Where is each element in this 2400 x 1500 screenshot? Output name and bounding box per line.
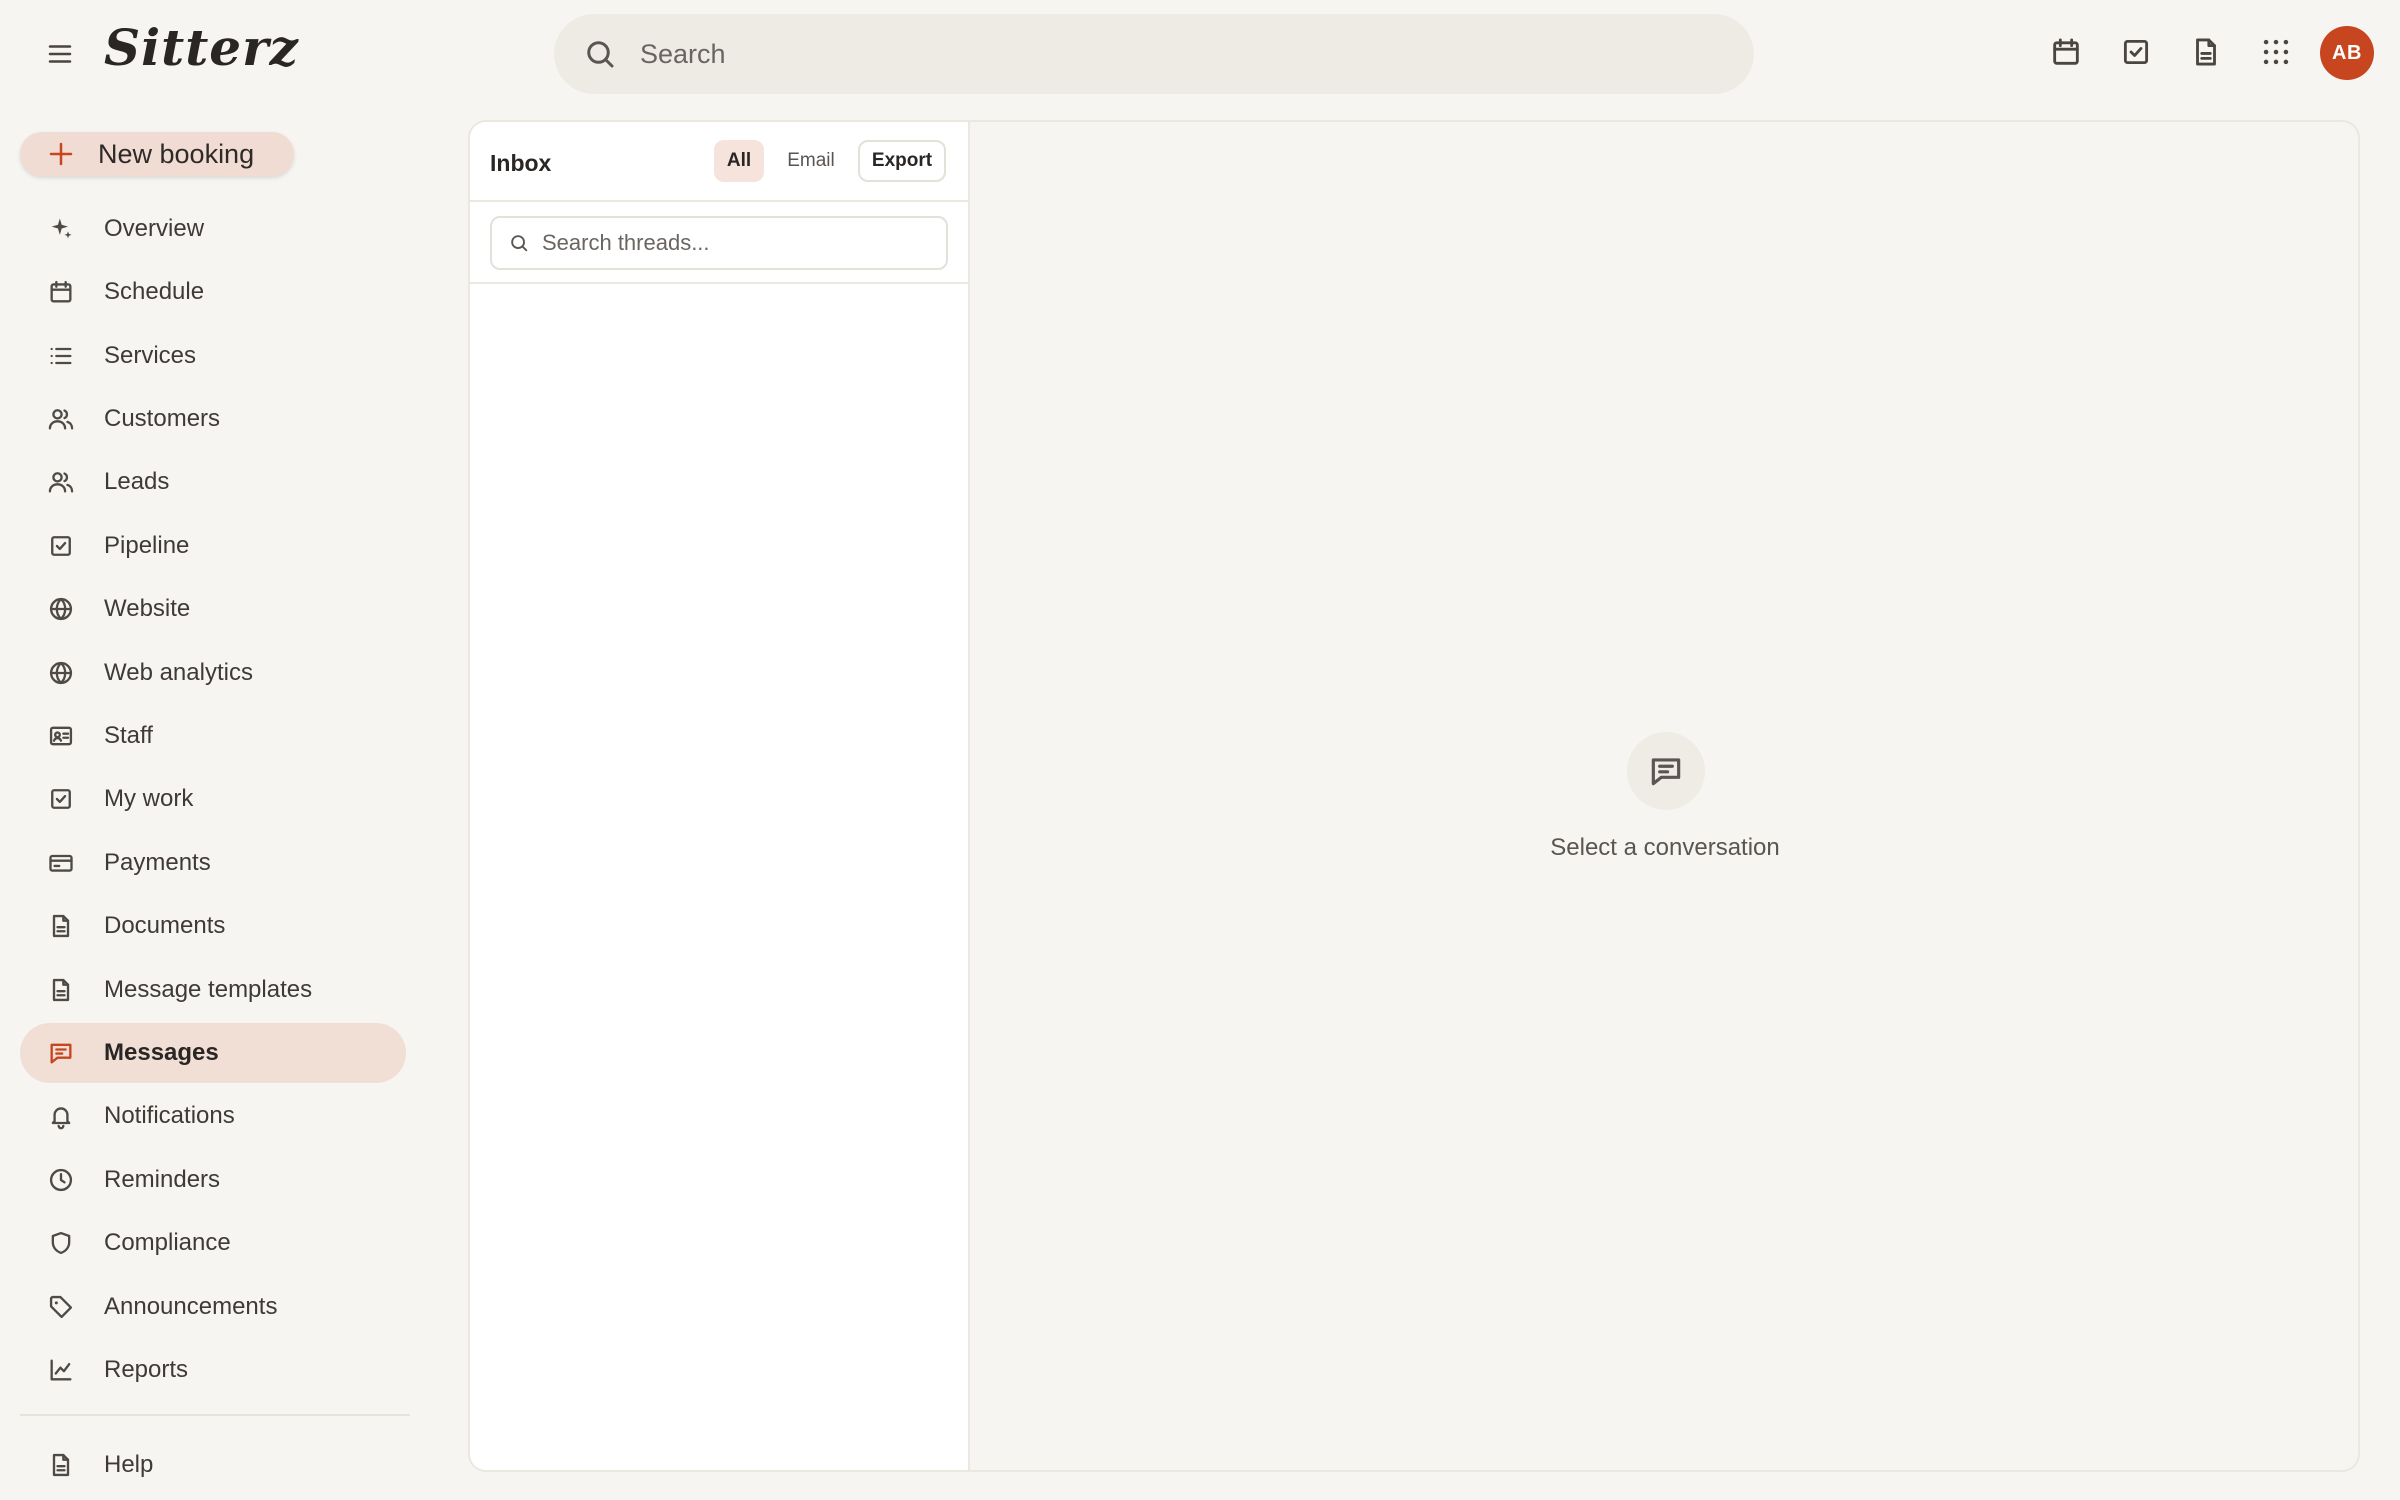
- top-bar: Sitterz AB: [0, 0, 2400, 108]
- sidebar-item-pipeline[interactable]: Pipeline: [20, 516, 406, 576]
- sidebar-item-label: Website: [104, 595, 191, 622]
- sidebar-item-help[interactable]: Help: [20, 1435, 406, 1495]
- sidebar-item-label: My work: [104, 785, 194, 812]
- users-icon: [46, 404, 76, 434]
- sidebar-item-leads[interactable]: Leads: [20, 452, 406, 512]
- sidebar-item-label: Compliance: [104, 1229, 231, 1256]
- apps-grid-icon[interactable]: [2254, 30, 2298, 74]
- document-icon: [46, 975, 76, 1005]
- thread-search-input[interactable]: [542, 230, 942, 256]
- sidebar-item-reminders[interactable]: Reminders: [20, 1150, 406, 1210]
- user-avatar[interactable]: AB: [2320, 26, 2374, 80]
- id-card-icon: [46, 721, 76, 751]
- sidebar-item-staff[interactable]: Staff: [20, 706, 406, 766]
- globe-icon: [46, 658, 76, 688]
- sidebar-item-compliance[interactable]: Compliance: [20, 1213, 406, 1273]
- sidebar-item-label: Documents: [104, 912, 226, 939]
- sidebar-item-reports[interactable]: Reports: [20, 1340, 406, 1400]
- sidebar-item-services[interactable]: Services: [20, 326, 406, 386]
- inbox-header: Inbox All Email Export: [470, 122, 970, 202]
- sidebar-divider: [20, 1414, 410, 1416]
- document-icon[interactable]: [2184, 30, 2228, 74]
- sidebar-item-label: Services: [104, 342, 197, 369]
- filter-all-tab[interactable]: All: [714, 140, 764, 182]
- sidebar-item-label: Help: [104, 1451, 154, 1478]
- sidebar-item-my-work[interactable]: My work: [20, 769, 406, 829]
- sidebar-item-documents[interactable]: Documents: [20, 896, 406, 956]
- app-logo[interactable]: Sitterz: [104, 18, 299, 77]
- check-square-icon: [46, 784, 76, 814]
- sidebar-item-label: Staff: [104, 722, 153, 749]
- sidebar-item-overview[interactable]: Overview: [20, 199, 406, 259]
- shield-icon: [46, 1228, 76, 1258]
- sidebar-item-label: Schedule: [104, 278, 205, 305]
- plus-icon: [46, 139, 76, 169]
- sidebar-item-label: Notifications: [104, 1102, 235, 1129]
- check-square-icon: [46, 531, 76, 561]
- thread-list-pane: Inbox All Email Export: [470, 122, 970, 1470]
- message-icon: [46, 1038, 76, 1068]
- sidebar-item-notifications[interactable]: Notifications: [20, 1086, 406, 1146]
- sidebar-item-website[interactable]: Website: [20, 579, 406, 639]
- sidebar-item-label: Overview: [104, 215, 205, 242]
- inbox-title: Inbox: [490, 150, 552, 176]
- clock-icon: [46, 1165, 76, 1195]
- sidebar-item-label: Messages: [104, 1039, 219, 1066]
- messages-panel: Inbox All Email Export Select a conversa…: [468, 120, 2360, 1472]
- tag-icon: [46, 1292, 76, 1322]
- list-icon: [46, 341, 76, 371]
- filter-email-tab[interactable]: Email: [776, 140, 846, 182]
- sidebar-item-payments[interactable]: Payments: [20, 833, 406, 893]
- sidebar-item-label: Web analytics: [104, 659, 253, 686]
- globe-icon: [46, 594, 76, 624]
- sidebar-item-message-templates[interactable]: Message templates: [20, 960, 406, 1020]
- document-icon: [46, 1450, 76, 1480]
- new-booking-label: New booking: [98, 138, 255, 169]
- global-search[interactable]: [554, 14, 1754, 94]
- check-square-icon[interactable]: [2114, 30, 2158, 74]
- sidebar-item-label: Reports: [104, 1356, 189, 1383]
- users-icon: [46, 467, 76, 497]
- sidebar-item-label: Leads: [104, 468, 170, 495]
- export-button[interactable]: Export: [858, 140, 946, 182]
- sidebar-item-label: Pipeline: [104, 532, 190, 559]
- thread-search-box[interactable]: [490, 216, 948, 270]
- sparkle-icon: [46, 214, 76, 244]
- new-booking-button[interactable]: New booking: [20, 132, 294, 176]
- search-icon: [582, 36, 618, 72]
- chart-icon: [46, 1355, 76, 1385]
- sidebar-item-label: Reminders: [104, 1166, 221, 1193]
- calendar-icon: [46, 277, 76, 307]
- sidebar-item-label: Announcements: [104, 1293, 278, 1320]
- conversation-pane: Select a conversation: [970, 122, 2358, 1470]
- search-icon: [508, 232, 530, 254]
- thread-search-bar: [470, 202, 970, 284]
- sidebar-item-customers[interactable]: Customers: [20, 389, 406, 449]
- sidebar-item-label: Message templates: [104, 976, 313, 1003]
- sidebar-item-announcements[interactable]: Announcements: [20, 1277, 406, 1337]
- document-icon: [46, 911, 76, 941]
- empty-state-text: Select a conversation: [1550, 834, 1780, 861]
- sidebar-item-label: Payments: [104, 849, 211, 876]
- global-search-input[interactable]: [640, 38, 1640, 70]
- menu-icon[interactable]: [40, 34, 80, 74]
- credit-card-icon: [46, 848, 76, 878]
- bell-icon: [46, 1101, 76, 1131]
- sidebar-item-label: Customers: [104, 405, 221, 432]
- message-icon: [1627, 732, 1705, 810]
- sidebar-item-web-analytics[interactable]: Web analytics: [20, 643, 406, 703]
- calendar-icon[interactable]: [2044, 30, 2088, 74]
- sidebar-item-messages[interactable]: Messages: [20, 1023, 406, 1083]
- sidebar-item-schedule[interactable]: Schedule: [20, 262, 406, 322]
